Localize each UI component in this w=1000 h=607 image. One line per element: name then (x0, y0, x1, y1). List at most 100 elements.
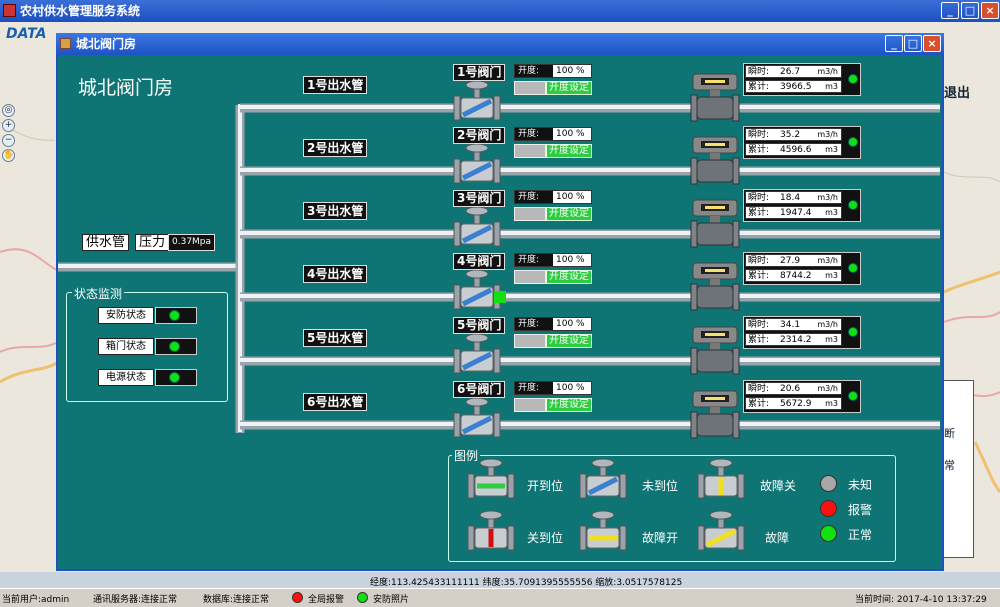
valve-6-flange-right (493, 412, 501, 438)
flow-meter-6-flange-left (690, 411, 698, 439)
opening-set-button-1[interactable]: 开度设定 (546, 81, 592, 95)
instant-flow-label-6: 瞬时: (748, 384, 770, 394)
opening-label-6: 开度: (518, 383, 540, 393)
instant-flow-value-3: 18.4 (780, 193, 801, 203)
total-flow-6: 累计: 5672.9 m3 (745, 397, 842, 410)
opening-set-button-5[interactable]: 开度设定 (546, 334, 592, 348)
opening-setting-bar-6 (514, 398, 546, 412)
status-time: 当前时间: 2017-4-10 13:37:29 (855, 595, 987, 605)
opening-label-2: 开度: (518, 129, 540, 139)
flow-meter-3-flange-right (732, 220, 740, 248)
valve-2-handwheel (465, 143, 489, 153)
total-flow-value-3: 1947.4 (780, 208, 812, 218)
opening-set-button-6[interactable]: 开度设定 (546, 398, 592, 412)
instant-flow-unit-6: m3/h (817, 384, 838, 393)
opening-label-1: 开度: (518, 66, 540, 76)
opening-value-2: 100 % (553, 128, 591, 140)
flow-meter-2 (690, 136, 740, 185)
legend-label-2: 未到位 (642, 479, 679, 493)
instant-flow-6: 瞬时: 20.6 m3/h (745, 382, 842, 395)
instant-flow-value-2: 35.2 (780, 130, 801, 140)
instant-flow-unit-2: m3/h (817, 130, 838, 139)
instant-flow-label-1: 瞬时: (748, 67, 770, 77)
instant-flow-value-5: 34.1 (780, 320, 801, 330)
opening-box-5: 开度: 100 % (514, 317, 592, 331)
valve-3[interactable] (453, 206, 501, 247)
total-flow-label-4: 累计: (748, 271, 770, 281)
outlet-pipe-label-6: 6号出水管 (303, 393, 368, 411)
flow-meter-5-flange-right (732, 347, 740, 375)
total-flow-unit-5: m3 (825, 335, 838, 344)
map-coordinates: 经度:113.425433111111 纬度:35.7091395555556 … (370, 578, 683, 588)
flow-meter-1 (690, 73, 740, 122)
status-comm-server: 通讯服务器:连接正常 (93, 595, 178, 605)
security-photo-button[interactable]: 安防照片 (373, 592, 409, 605)
total-flow-unit-6: m3 (825, 399, 838, 408)
valve-label-1[interactable]: 1号阀门 (453, 64, 506, 81)
outlet-pipe-label-4: 4号出水管 (303, 265, 368, 283)
valve-label-6[interactable]: 6号阀门 (453, 381, 506, 398)
legend-title: 图例 (452, 447, 481, 464)
total-flow-label-3: 累计: (748, 208, 770, 218)
valve-label-5[interactable]: 5号阀门 (453, 317, 506, 334)
total-flow-unit-1: m3 (825, 82, 838, 91)
total-flow-value-1: 3966.5 (780, 82, 812, 92)
valve-2[interactable] (453, 143, 501, 184)
valve-4-flange-left (453, 284, 461, 310)
opening-box-6: 开度: 100 % (514, 381, 592, 395)
opening-set-button-4[interactable]: 开度设定 (546, 270, 592, 284)
valve-5[interactable] (453, 333, 501, 374)
opening-setting-bar-3 (514, 207, 546, 221)
valve-3-handwheel (465, 206, 489, 216)
opening-setting-bar-1 (514, 81, 546, 95)
meter-led-6 (848, 391, 858, 401)
opening-box-1: 开度: 100 % (514, 64, 592, 78)
instant-flow-unit-3: m3/h (817, 193, 838, 202)
valve-1-flange-left (453, 95, 461, 121)
outlet-pipe-label-3: 3号出水管 (303, 202, 368, 220)
opening-value-5: 100 % (553, 318, 591, 330)
status-led-2 (169, 341, 180, 352)
total-flow-2: 累计: 4596.6 m3 (745, 143, 842, 156)
opening-label-3: 开度: (518, 192, 540, 202)
outlet-pipe-label-5: 5号出水管 (303, 329, 368, 347)
flow-meter-4-flange-left (690, 283, 698, 311)
total-flow-label-2: 累计: (748, 145, 770, 155)
valve-4[interactable] (453, 269, 501, 310)
status-monitor-title: 状态监测 (72, 285, 125, 302)
flow-meter-3 (690, 199, 740, 248)
pressure-value: 0.37Mpa (168, 234, 216, 251)
valve-6[interactable] (453, 397, 501, 438)
flow-meter-2-flange-left (690, 157, 698, 185)
instant-flow-2: 瞬时: 35.2 m3/h (745, 128, 842, 141)
meter-led-4 (848, 263, 858, 273)
opening-setting-bar-2 (514, 144, 546, 158)
legend-label-1: 开到位 (527, 479, 564, 493)
valve-1[interactable] (453, 80, 501, 121)
legend-status-dot-3 (820, 525, 837, 542)
flow-meter-5-body (696, 349, 734, 373)
opening-setting-bar-4 (514, 270, 546, 284)
opening-value-6: 100 % (553, 382, 591, 394)
valve-label-3[interactable]: 3号阀门 (453, 190, 506, 207)
total-flow-unit-2: m3 (825, 145, 838, 154)
flow-meter-5-display (705, 333, 725, 336)
flow-meter-6 (690, 390, 740, 439)
valve-1-flange-right (493, 95, 501, 121)
global-alarm-button[interactable]: 全局报警 (308, 592, 344, 605)
legend-status-label-1: 未知 (848, 478, 873, 492)
instant-flow-4: 瞬时: 27.9 m3/h (745, 254, 842, 267)
opening-set-button-3[interactable]: 开度设定 (546, 207, 592, 221)
valve-4-handwheel (465, 269, 489, 279)
legend-label-3: 故障关 (760, 479, 797, 493)
valve-3-flange-right (493, 221, 501, 247)
valve-label-4[interactable]: 4号阀门 (453, 253, 506, 270)
instant-flow-3: 瞬时: 18.4 m3/h (745, 191, 842, 204)
valve-label-2[interactable]: 2号阀门 (453, 127, 506, 144)
meter-led-1 (848, 74, 858, 84)
flow-meter-1-display (705, 80, 725, 83)
instant-flow-value-4: 27.9 (780, 256, 801, 266)
status-label-3: 电源状态 (98, 369, 154, 386)
flow-meter-3-flange-left (690, 220, 698, 248)
opening-set-button-2[interactable]: 开度设定 (546, 144, 592, 158)
